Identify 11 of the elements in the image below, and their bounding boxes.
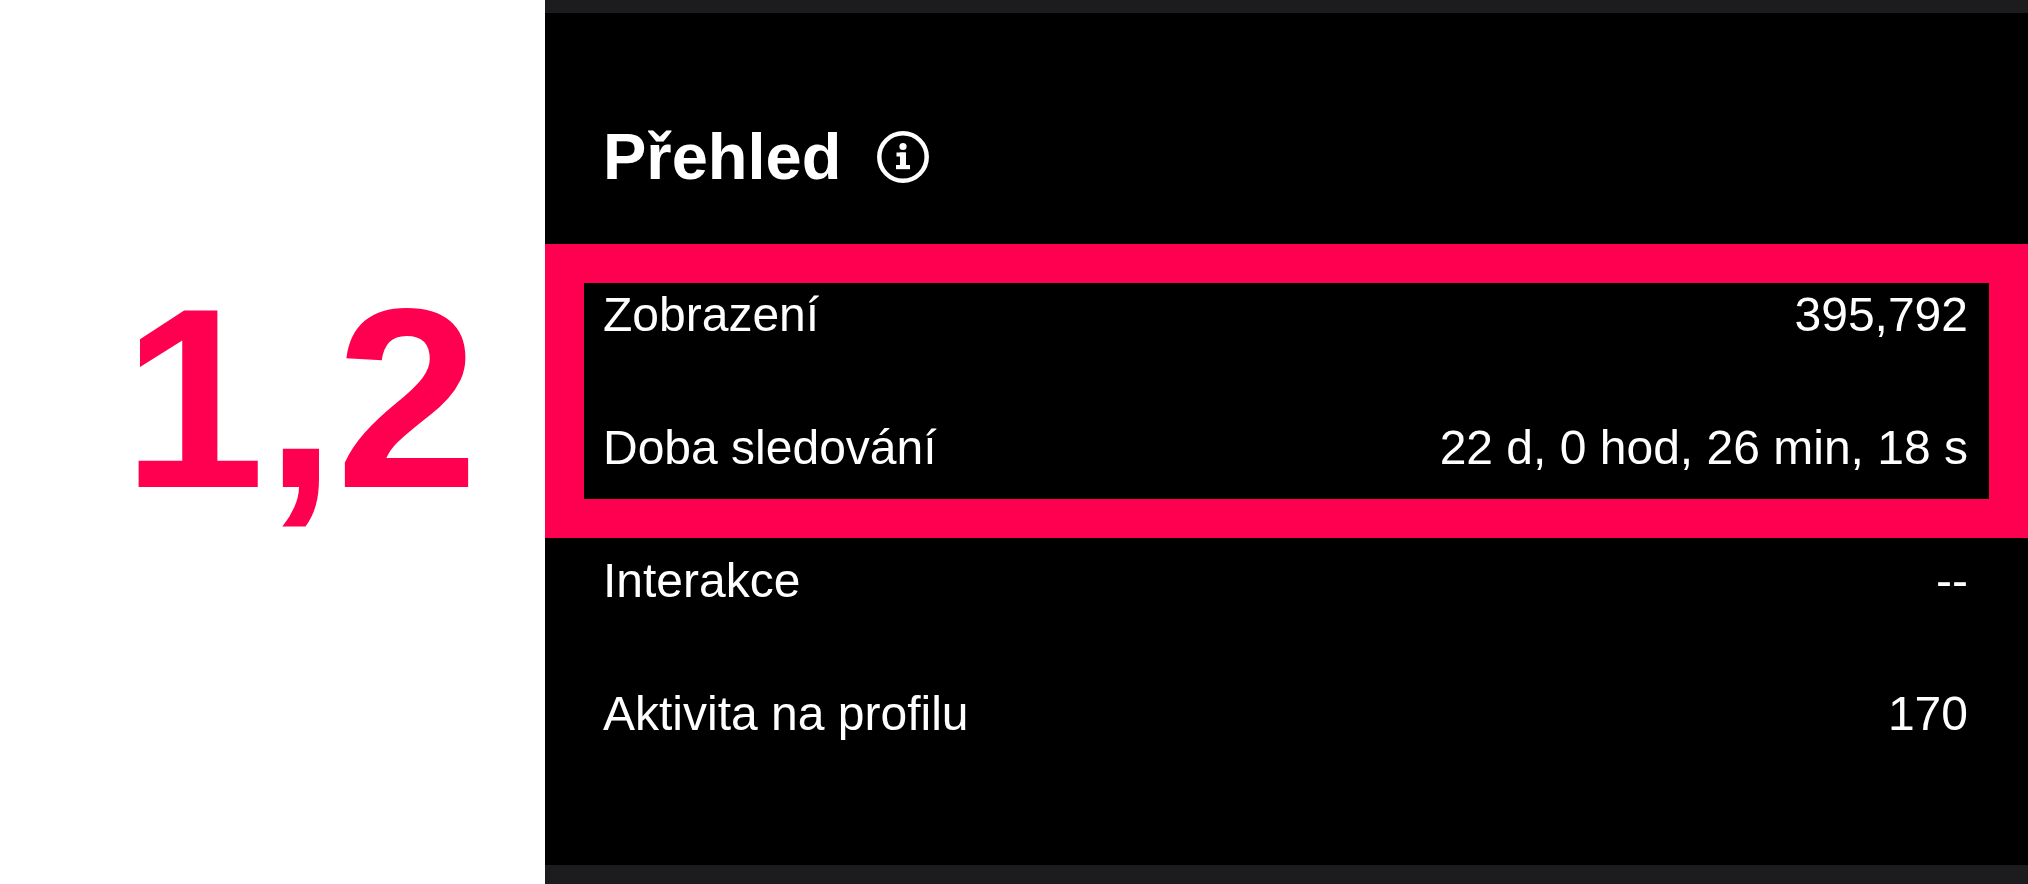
annotation-number: 1,2: [122, 270, 479, 526]
stat-label: Doba sledování: [603, 419, 937, 475]
info-icon[interactable]: [877, 131, 930, 184]
stat-label: Zobrazení: [603, 286, 820, 342]
stat-value: --: [1936, 552, 1968, 608]
stat-value: 395,792: [1794, 286, 1968, 342]
stat-label: Aktivita na profilu: [603, 685, 969, 741]
stat-value: 22 d, 0 hod, 26 min, 18 s: [1439, 419, 1968, 475]
section-title: Přehled: [603, 120, 842, 195]
stat-value: 170: [1887, 685, 1968, 741]
stat-label: Interakce: [603, 552, 801, 608]
